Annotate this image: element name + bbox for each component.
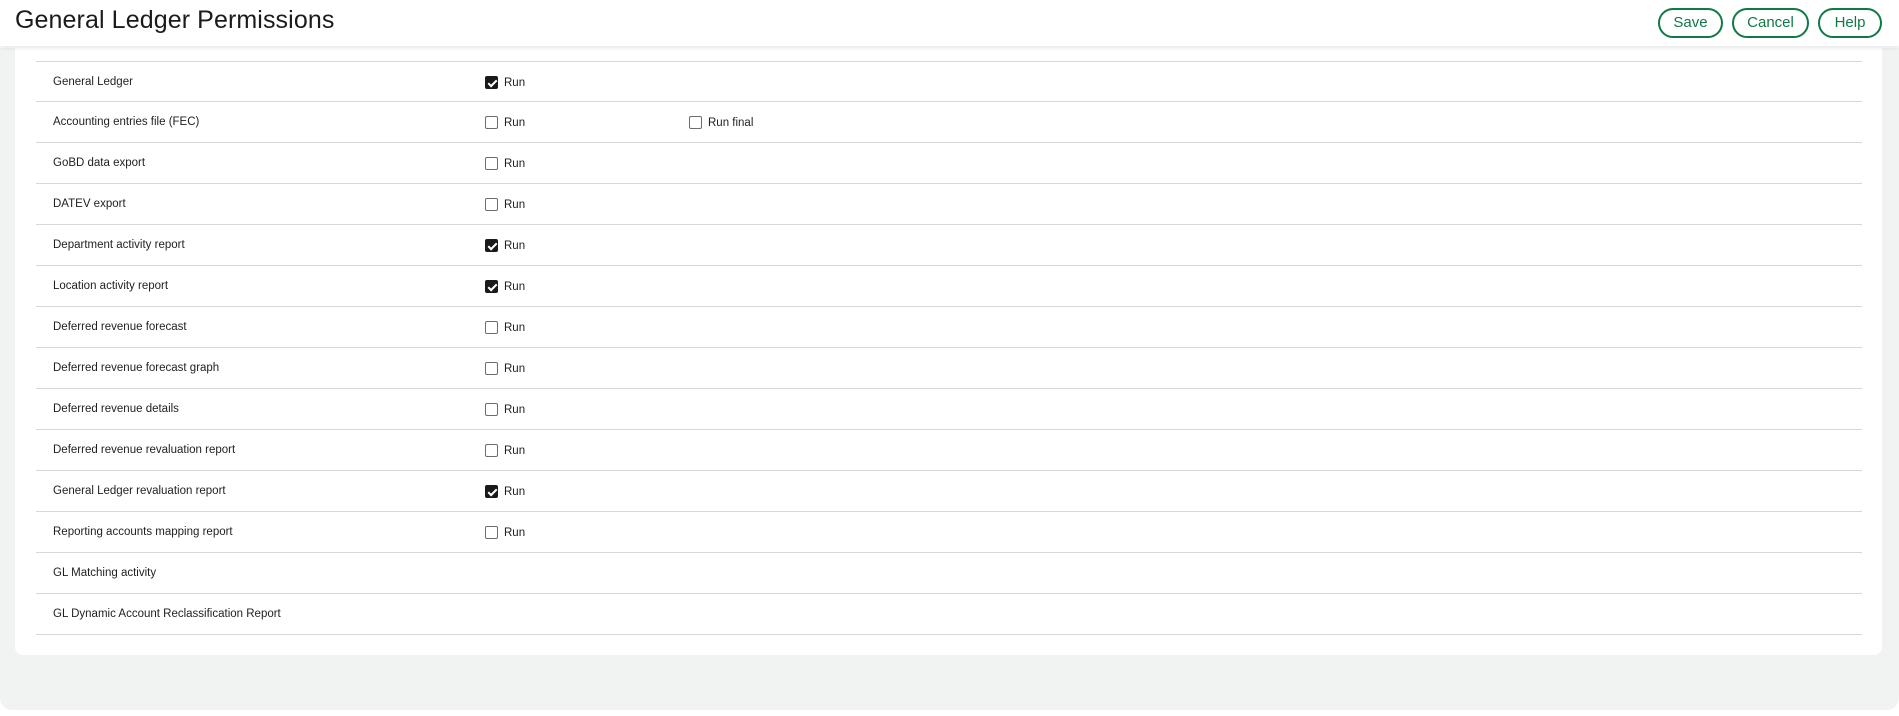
run-checkbox-label[interactable]: Run bbox=[504, 77, 525, 89]
permission-label: Deferred revenue revaluation report bbox=[53, 444, 236, 456]
run-checkbox[interactable] bbox=[485, 444, 498, 457]
run-checkbox-label[interactable]: Run bbox=[504, 158, 525, 170]
permission-row: Deferred revenue revaluation report Run bbox=[36, 430, 1862, 471]
run-final-checkbox-label[interactable]: Run final bbox=[708, 117, 753, 129]
permission-row: DATEV export Run bbox=[36, 184, 1862, 225]
run-checkbox-label[interactable]: Run bbox=[504, 445, 525, 457]
run-option[interactable]: Run bbox=[485, 266, 525, 307]
run-checkbox-label[interactable]: Run bbox=[504, 527, 525, 539]
permission-row: Deferred revenue forecast Run bbox=[36, 307, 1862, 348]
run-checkbox-label[interactable]: Run bbox=[504, 281, 525, 293]
permission-row: Deferred revenue forecast graph Run bbox=[36, 348, 1862, 389]
run-checkbox[interactable] bbox=[485, 362, 498, 375]
run-checkbox[interactable] bbox=[485, 280, 498, 293]
permissions-list: General Ledger Run Accounting entries file… bbox=[36, 61, 1862, 635]
permission-label: GL Dynamic Account Reclassification Repo… bbox=[53, 608, 281, 620]
permission-label: DATEV export bbox=[53, 198, 126, 210]
run-option[interactable]: Run bbox=[485, 430, 525, 471]
run-checkbox-label[interactable]: Run bbox=[504, 117, 525, 129]
app-window: General Ledger Permissions Save Cancel H… bbox=[0, 0, 1899, 716]
run-checkbox-label[interactable]: Run bbox=[504, 404, 525, 416]
run-checkbox[interactable] bbox=[485, 526, 498, 539]
page-header: General Ledger Permissions Save Cancel H… bbox=[0, 0, 1899, 46]
permission-label: Accounting entries file (FEC) bbox=[53, 116, 200, 128]
page-title: General Ledger Permissions bbox=[15, 6, 335, 34]
permission-label: General Ledger revaluation report bbox=[53, 485, 226, 497]
run-checkbox[interactable] bbox=[485, 321, 498, 334]
permission-row: General Ledger Run bbox=[36, 61, 1862, 102]
save-button[interactable]: Save bbox=[1658, 8, 1723, 38]
run-option[interactable]: Run bbox=[485, 62, 525, 103]
permission-label: Deferred revenue forecast graph bbox=[53, 362, 220, 374]
run-checkbox[interactable] bbox=[485, 239, 498, 252]
run-checkbox[interactable] bbox=[485, 116, 498, 129]
run-checkbox-label[interactable]: Run bbox=[504, 322, 525, 334]
permission-label: GoBD data export bbox=[53, 157, 146, 169]
run-checkbox-label[interactable]: Run bbox=[504, 240, 525, 252]
run-checkbox[interactable] bbox=[485, 76, 498, 89]
run-option[interactable]: Run bbox=[485, 225, 525, 266]
run-option[interactable]: Run bbox=[485, 102, 525, 143]
header-actions: Save Cancel Help bbox=[1658, 8, 1882, 38]
run-option[interactable]: Run bbox=[485, 512, 525, 553]
run-checkbox[interactable] bbox=[485, 198, 498, 211]
run-option[interactable]: Run bbox=[485, 471, 525, 512]
permission-label: Reporting accounts mapping report bbox=[53, 526, 233, 538]
permission-row: GoBD data export Run bbox=[36, 143, 1862, 184]
permission-row: Accounting entries file (FEC) Run Run fina… bbox=[36, 102, 1862, 143]
permission-label: Location activity report bbox=[53, 280, 169, 292]
run-checkbox[interactable] bbox=[485, 403, 498, 416]
cancel-button[interactable]: Cancel bbox=[1732, 8, 1809, 38]
run-checkbox-label[interactable]: Run bbox=[504, 199, 525, 211]
permission-label: General Ledger bbox=[53, 76, 133, 88]
permission-row: GL Matching activity bbox=[36, 553, 1862, 594]
run-checkbox-label[interactable]: Run bbox=[504, 363, 525, 375]
permission-row: GL Dynamic Account Reclassification Repo… bbox=[36, 594, 1862, 635]
permission-row: Location activity report Run bbox=[36, 266, 1862, 307]
run-option[interactable]: Run bbox=[485, 348, 525, 389]
permissions-card: General Ledger Run Accounting entries file… bbox=[15, 40, 1882, 655]
run-option[interactable]: Run bbox=[485, 307, 525, 348]
run-checkbox[interactable] bbox=[485, 485, 498, 498]
permission-row: Department activity report Run bbox=[36, 225, 1862, 266]
permission-label: Deferred revenue details bbox=[53, 403, 179, 415]
permission-row: Deferred revenue details Run bbox=[36, 389, 1862, 430]
run-option[interactable]: Run bbox=[485, 389, 525, 430]
permission-row: Reporting accounts mapping report Run bbox=[36, 512, 1862, 553]
run-final-option[interactable]: Run final bbox=[689, 102, 753, 143]
permission-label: Department activity report bbox=[53, 239, 185, 251]
run-option[interactable]: Run bbox=[485, 184, 525, 225]
permission-row: General Ledger revaluation report Run bbox=[36, 471, 1862, 512]
run-final-checkbox[interactable] bbox=[689, 116, 702, 129]
run-checkbox-label[interactable]: Run bbox=[504, 486, 525, 498]
permission-label: GL Matching activity bbox=[53, 567, 157, 579]
help-button[interactable]: Help bbox=[1818, 8, 1882, 38]
run-option[interactable]: Run bbox=[485, 143, 525, 184]
run-checkbox[interactable] bbox=[485, 157, 498, 170]
permission-label: Deferred revenue forecast bbox=[53, 321, 187, 333]
